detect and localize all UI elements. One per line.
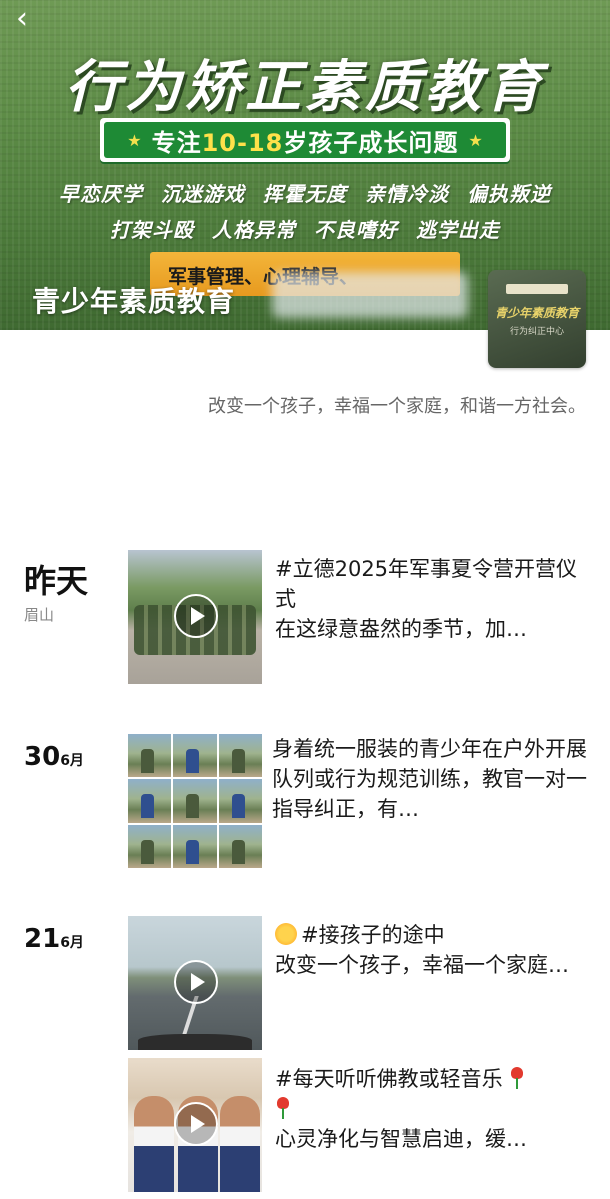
post-video-thumbnail[interactable] [128,1058,262,1192]
post-text: #立德2025年军事夏令营开营仪式 在这绿意盎然的季节，加… [275,557,578,641]
post-date-month: 6月 [60,753,84,769]
play-icon[interactable] [174,594,218,638]
play-icon[interactable] [174,960,218,1004]
post-date: 306月 [24,742,84,772]
back-arrow-icon[interactable]: ‹ [16,4,44,34]
post-text: #每天听听佛教或轻音乐 心灵净化与智慧启迪，缓… [275,1067,527,1151]
post-image-grid[interactable] [128,734,262,868]
tulip-emoji-icon [275,1097,291,1119]
avatar[interactable]: 青少年素质教育 行为纠正中心 [488,270,586,368]
post-location: 眉山 [24,606,55,624]
avatar-badge [506,284,568,294]
ribbon-text: 专注10-18岁孩子成长问题 [151,128,459,157]
star-icon: ★ [468,130,483,150]
cover-headline: 行为矫正素质教育 [65,55,545,120]
blurred-region [272,272,468,318]
account-name: 青少年素质教育 [32,285,236,318]
profile-signature: 改变一个孩子，幸福一个家庭，和谐一方社会。 [208,396,586,417]
post-video-thumbnail[interactable] [128,550,262,684]
post-date: 216月 [24,924,84,954]
post-text: 身着统一服装的青少年在户外开展队列或行为规范训练，教官一对一指导纠正，有… [272,737,587,821]
post-date-day: 30 [24,742,61,772]
play-icon[interactable] [174,1102,218,1146]
tulip-emoji-icon [509,1067,525,1089]
cover-ribbon: ★ 专注10-18岁孩子成长问题 ★ [100,118,510,162]
cover-tags-row-2: 打架斗殴 人格异常 不良嗜好 逃学出走 [110,218,500,242]
post-video-thumbnail[interactable] [128,916,262,1050]
post-date: 昨天 [24,562,89,600]
post-date-month: 6月 [60,935,84,951]
sun-emoji-icon [275,923,297,945]
avatar-title: 青少年素质教育 [494,306,579,320]
post-text: #接孩子的途中 改变一个孩子，幸福一个家庭… [275,923,569,977]
avatar-subtitle: 行为纠正中心 [509,327,564,337]
post-date-day: 21 [24,924,61,954]
cover-tags-row-1: 早恋厌学 沉迷游戏 挥霍无度 亲情冷淡 偏执叛逆 [59,182,551,206]
star-icon: ★ [127,130,142,150]
